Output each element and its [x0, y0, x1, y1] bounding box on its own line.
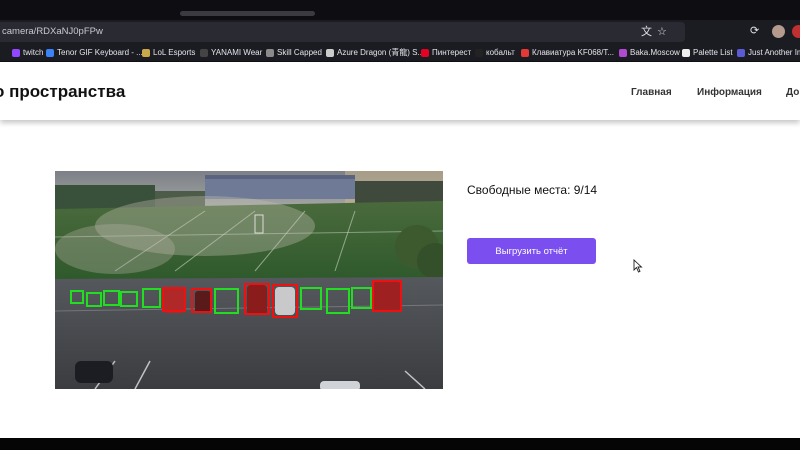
bookmark-item[interactable]: Just Another Im — [737, 46, 800, 59]
url-text: camera/RDXaNJ0pFPw — [2, 26, 103, 37]
bookmark-favicon-icon — [619, 48, 627, 57]
address-bar[interactable]: camera/RDXaNJ0pFPw 文 ☆ — [0, 22, 685, 42]
browser-toolbar: camera/RDXaNJ0pFPw 文 ☆ ⟳ — [0, 20, 800, 44]
bookmark-star-icon[interactable]: ☆ — [657, 25, 667, 39]
profile-avatar-icon[interactable] — [772, 25, 785, 38]
bookmark-item[interactable]: YANAMI Wear — [200, 46, 262, 59]
nav-info[interactable]: Информация — [697, 87, 762, 98]
bookmark-label: YANAMI Wear — [211, 48, 263, 57]
bookmark-label: Baka.Moscow — [630, 48, 680, 57]
bookmark-item[interactable]: Palette List — [682, 46, 733, 59]
bookmark-favicon-icon — [266, 48, 274, 57]
bookmark-favicon-icon — [12, 48, 20, 57]
bookmark-favicon-icon — [475, 48, 483, 57]
export-report-button[interactable]: Выгрузить отчёт — [467, 238, 596, 264]
camera-feed[interactable] — [55, 171, 443, 389]
bookmarks-bar: twitch Tenor GIF Keyboard - ... LoL Esport… — [0, 44, 800, 62]
bookmark-label: Skill Capped — [277, 48, 322, 57]
bookmark-item[interactable]: LoL Esports — [142, 46, 195, 59]
nav-more[interactable]: До — [786, 87, 799, 98]
bookmark-label: Azure Dragon (青龍) S... — [337, 48, 425, 57]
bookmark-label: Palette List — [693, 48, 733, 57]
bookmark-favicon-icon — [200, 48, 208, 57]
bookmark-item[interactable]: Skill Capped — [266, 46, 322, 59]
bookmark-label: Пинтерест — [432, 48, 472, 57]
bookmark-favicon-icon — [737, 48, 745, 57]
bookmark-item[interactable]: Baka.Moscow — [619, 46, 680, 59]
bookmark-item[interactable]: Клавиатура KF068/T... — [521, 46, 614, 59]
free-spots-counter: Свободные места: 9/14 — [467, 183, 598, 197]
tab-scroll-indicator[interactable] — [180, 11, 315, 16]
translate-icon[interactable]: 文 — [641, 25, 652, 39]
site-title: о пространства — [0, 82, 126, 101]
taskbar-strip — [0, 438, 800, 450]
bookmark-item[interactable]: Azure Dragon (青龍) S... — [326, 46, 424, 59]
bookmark-item[interactable]: Tenor GIF Keyboard - ... — [46, 46, 143, 59]
bookmark-label: Just Another Im — [748, 48, 800, 57]
bookmark-favicon-icon — [142, 48, 150, 57]
mouse-cursor-icon — [633, 259, 643, 273]
camera-feed-image — [55, 171, 443, 389]
bookmark-favicon-icon — [46, 48, 54, 57]
bookmark-favicon-icon — [521, 48, 529, 57]
bookmark-item[interactable]: twitch — [12, 46, 43, 59]
bookmark-label: кобальт — [486, 48, 515, 57]
extension-icon[interactable]: ⟳ — [750, 24, 759, 38]
bookmark-item[interactable]: Пинтерест — [421, 46, 471, 59]
bookmark-label: twitch — [23, 48, 44, 57]
bookmark-label: Tenor GIF Keyboard - ... — [57, 48, 143, 57]
bookmark-favicon-icon — [421, 48, 429, 57]
site-header: о пространства Главная Информация До — [0, 62, 800, 120]
web-page: о пространства Главная Информация До Сво… — [0, 62, 800, 438]
bookmark-favicon-icon — [682, 48, 690, 57]
nav-home[interactable]: Главная — [631, 87, 672, 98]
bookmark-item[interactable]: кобальт — [475, 46, 515, 59]
bookmark-label: Клавиатура KF068/T... — [532, 48, 615, 57]
bookmark-label: LoL Esports — [153, 48, 196, 57]
bookmark-favicon-icon — [326, 48, 334, 57]
window-title-strip — [0, 0, 800, 20]
extension-badge-icon[interactable] — [792, 25, 800, 38]
